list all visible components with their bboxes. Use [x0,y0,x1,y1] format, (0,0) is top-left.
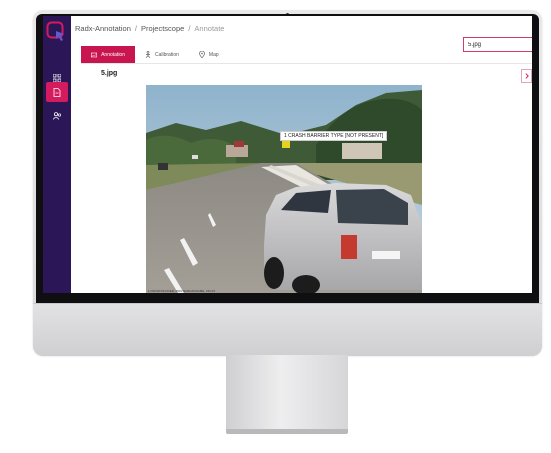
road-survey-image[interactable] [146,85,422,293]
next-image-button[interactable] [521,69,532,83]
tab-map[interactable]: Map [189,46,229,63]
map-pin-icon [199,51,205,58]
tab-annotation[interactable]: Annotation [81,46,135,63]
person-icon [145,51,151,58]
grid-icon [53,74,61,82]
annotation-label[interactable]: 1 CRASH BARRIER TYPE [NOT PRESENT] [280,131,388,141]
users-icon [52,112,61,120]
tab-annotation-label: Annotation [101,51,125,58]
monitor-chin [33,303,542,356]
breadcrumb-separator: / [188,24,191,33]
tab-calibration-label: Calibration [155,51,179,58]
sidebar-item-users[interactable] [46,106,68,126]
tab-divider [81,63,532,64]
monitor-stand [226,355,348,433]
tab-map-label: Map [208,51,219,58]
chevron-right-icon [524,73,529,79]
app-screen: Radx-Annotation/Projectscope/Annotate An… [43,16,532,293]
image-search-input[interactable] [463,37,532,52]
document-icon [53,87,61,97]
monitor-stand-foot [226,429,348,434]
app-logo[interactable] [46,21,66,43]
sidebar-item-projects[interactable] [46,82,68,102]
tab-calibration[interactable]: Calibration [135,46,189,63]
breadcrumb-item-current: Annotate [194,24,225,33]
image-caption: 1 FRONTOFFICER, ROUTE/ROADNAME, KM XX [148,289,216,293]
breadcrumb-item-project[interactable]: Projectscope [141,24,184,33]
image-icon [91,52,98,57]
sidebar [43,16,71,293]
breadcrumb-separator: / [134,24,137,33]
breadcrumb: Radx-Annotation / Projectscope / Annotate [75,24,224,33]
image-filename: 5.jpg [101,70,118,77]
tab-bar: Annotation Calibration Map [81,46,229,63]
breadcrumb-item-root[interactable]: Radx-Annotation [75,24,131,33]
